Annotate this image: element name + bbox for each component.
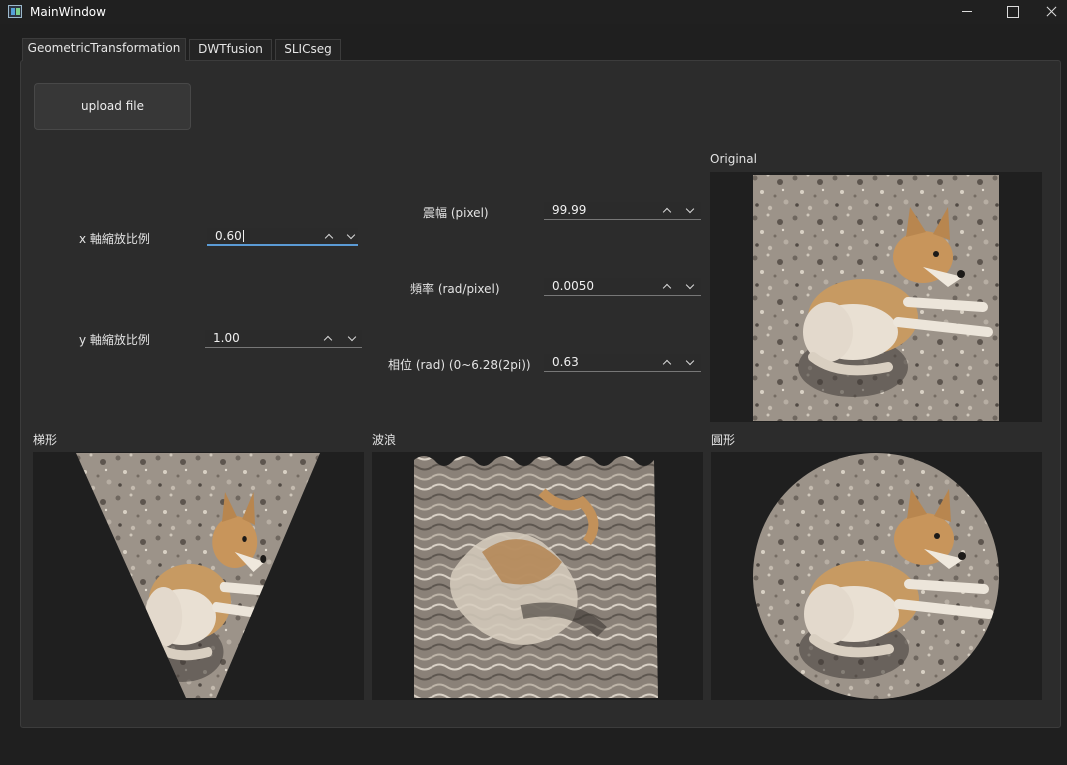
window-title: MainWindow <box>30 5 106 19</box>
wave-dog-image <box>414 456 658 698</box>
circle-image-title: 圓形 <box>711 433 736 447</box>
trapezoid-image-view <box>33 452 364 700</box>
trapezoid-image-title: 梯形 <box>33 433 58 447</box>
circle-image-view <box>711 452 1042 700</box>
chevron-down-icon[interactable] <box>345 231 357 243</box>
x-scale-label: x 軸縮放比例 <box>79 232 150 246</box>
amplitude-spinbox[interactable]: 99.99 <box>544 202 701 220</box>
frequency-label: 頻率 (rad/pixel) <box>410 282 500 296</box>
chevron-down-icon[interactable] <box>684 205 696 217</box>
chevron-up-icon[interactable] <box>661 357 673 369</box>
amplitude-value: 99.99 <box>552 203 587 217</box>
circle-dog-image <box>753 453 999 699</box>
tab-slic-seg[interactable]: SLICseg <box>275 39 341 60</box>
chevron-up-icon[interactable] <box>322 333 334 345</box>
app-icon <box>8 5 22 18</box>
chevron-down-icon[interactable] <box>684 357 696 369</box>
frequency-spinbox[interactable]: 0.0050 <box>544 278 701 296</box>
phase-value: 0.63 <box>552 355 579 369</box>
x-scale-spinbox[interactable]: 0.60 <box>207 228 358 246</box>
phase-spinbox[interactable]: 0.63 <box>544 354 701 372</box>
close-icon[interactable] <box>1034 0 1067 24</box>
tab-dwt-fusion[interactable]: DWTfusion <box>189 39 272 60</box>
original-dog-image <box>753 175 999 421</box>
original-image-title: Original <box>710 152 757 166</box>
x-scale-value: 0.60 <box>215 229 242 243</box>
title-bar: MainWindow <box>0 0 1067 24</box>
y-scale-value: 1.00 <box>213 331 240 345</box>
minimize-icon[interactable] <box>944 0 990 24</box>
original-image-view <box>710 172 1042 422</box>
y-scale-spinbox[interactable]: 1.00 <box>205 330 362 348</box>
frequency-value: 0.0050 <box>552 279 594 293</box>
wave-image-title: 波浪 <box>372 433 397 447</box>
chevron-up-icon[interactable] <box>323 231 335 243</box>
chevron-down-icon[interactable] <box>346 333 358 345</box>
chevron-down-icon[interactable] <box>684 281 696 293</box>
y-scale-label: y 軸縮放比例 <box>79 333 150 347</box>
wave-image-view <box>372 452 703 700</box>
chevron-up-icon[interactable] <box>661 205 673 217</box>
chevron-up-icon[interactable] <box>661 281 673 293</box>
trapezoid-dog-image <box>76 453 320 698</box>
upload-file-button[interactable]: upload file <box>34 83 191 130</box>
phase-label: 相位 (rad) (0~6.28(2pi)) <box>388 358 531 372</box>
maximize-icon[interactable] <box>989 0 1035 24</box>
amplitude-label: 震幅 (pixel) <box>423 206 489 220</box>
tab-geometric-transformation[interactable]: GeometricTransformation <box>22 38 186 61</box>
